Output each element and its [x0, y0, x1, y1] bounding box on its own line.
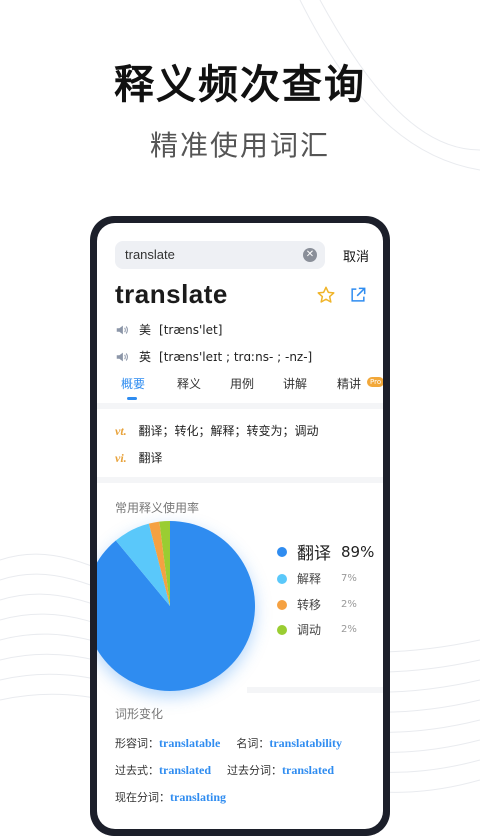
divider [97, 403, 383, 409]
phone-screen: ✕ 取消 translate 美 [træns'let] 英 [træns'le… [97, 223, 383, 829]
definition-row: vi. 翻译 [115, 449, 163, 466]
pronunciation-region: 美 [139, 323, 152, 337]
pronunciation-ipa: [træns'let] [159, 322, 223, 337]
morph-label: 形容词： [115, 737, 159, 750]
morph-value-link[interactable]: translating [170, 790, 226, 804]
tab-examples[interactable]: 用例 [230, 375, 254, 392]
legend-dot [277, 573, 287, 584]
clear-icon[interactable]: ✕ [303, 248, 317, 262]
morphology-row: 形容词：translatable 名词：translatability [115, 735, 342, 751]
headword: translate [115, 279, 228, 309]
usage-pie-chart [97, 521, 255, 691]
morph-label: 过去式： [115, 764, 159, 777]
legend-percent: 2% [341, 624, 357, 635]
pronunciation-region: 英 [139, 350, 152, 364]
cancel-button[interactable]: 取消 [343, 246, 369, 265]
speaker-icon[interactable] [115, 323, 129, 337]
legend-percent: 89% [341, 542, 375, 561]
morphology-row: 现在分词：translating [115, 789, 226, 805]
pie-slice-1 [97, 521, 255, 691]
legend-item: 解释 7% [277, 570, 357, 587]
tab-active-indicator [127, 397, 137, 400]
morph-label: 过去分词： [227, 764, 282, 777]
legend-dot [277, 546, 287, 557]
definition-row: vt. 翻译；转化；解释；转变为；调动 [115, 422, 319, 439]
search-bar[interactable]: ✕ [115, 241, 325, 269]
share-icon[interactable] [348, 285, 368, 305]
legend-percent: 7% [341, 573, 357, 584]
legend-percent: 2% [341, 599, 357, 610]
morphology-row: 过去式：translated 过去分词：translated [115, 762, 334, 778]
morph-value-link[interactable]: translatable [159, 736, 220, 750]
morph-label: 现在分词： [115, 791, 170, 804]
tab-pro-explanation[interactable]: 精讲 [337, 375, 361, 392]
legend-name: 转移 [297, 598, 322, 612]
page-subheadline: 精准使用词汇 [149, 129, 330, 162]
definition-text: 翻译 [138, 451, 163, 465]
morph-value-link[interactable]: translated [159, 763, 211, 777]
legend-item: 翻译 89% [277, 539, 374, 564]
search-input[interactable] [125, 241, 295, 269]
tab-explanation[interactable]: 讲解 [283, 375, 307, 392]
morphology-section-title: 词形变化 [115, 707, 164, 721]
divider [97, 477, 383, 483]
legend-name: 调动 [297, 623, 322, 637]
legend-name: 解释 [297, 572, 322, 586]
tab-bar: 概要 释义 用例 讲解 精讲 Pro [97, 375, 383, 403]
morph-value-link[interactable]: translatability [269, 736, 342, 750]
usage-section-title: 常用释义使用率 [115, 501, 200, 515]
definition-text: 翻译；转化；解释；转变为；调动 [138, 424, 319, 438]
pronunciation-us: 美 [træns'let] [115, 321, 222, 338]
divider [247, 687, 383, 693]
morph-label: 名词： [236, 737, 270, 750]
pronunciation-ipa: [træns'leɪt ; trɑːns- ; -nz-] [159, 349, 313, 364]
phone-frame: ✕ 取消 translate 美 [træns'let] 英 [træns'le… [90, 216, 390, 836]
legend-dot [277, 599, 287, 610]
pro-badge: Pro [367, 377, 383, 387]
tab-overview[interactable]: 概要 [121, 375, 145, 392]
speaker-icon[interactable] [115, 350, 129, 364]
part-of-speech: vt. [115, 424, 127, 438]
pronunciation-uk: 英 [træns'leɪt ; trɑːns- ; -nz-] [115, 348, 312, 365]
legend-dot [277, 624, 287, 635]
page-headline: 释义频次查询 [114, 62, 366, 108]
star-icon[interactable] [316, 285, 336, 305]
tab-definitions[interactable]: 释义 [177, 375, 201, 392]
legend-item: 调动 2% [277, 621, 357, 638]
legend-item: 转移 2% [277, 596, 357, 613]
legend-name: 翻译 [297, 544, 331, 564]
morph-value-link[interactable]: translated [282, 763, 334, 777]
part-of-speech: vi. [115, 451, 127, 465]
